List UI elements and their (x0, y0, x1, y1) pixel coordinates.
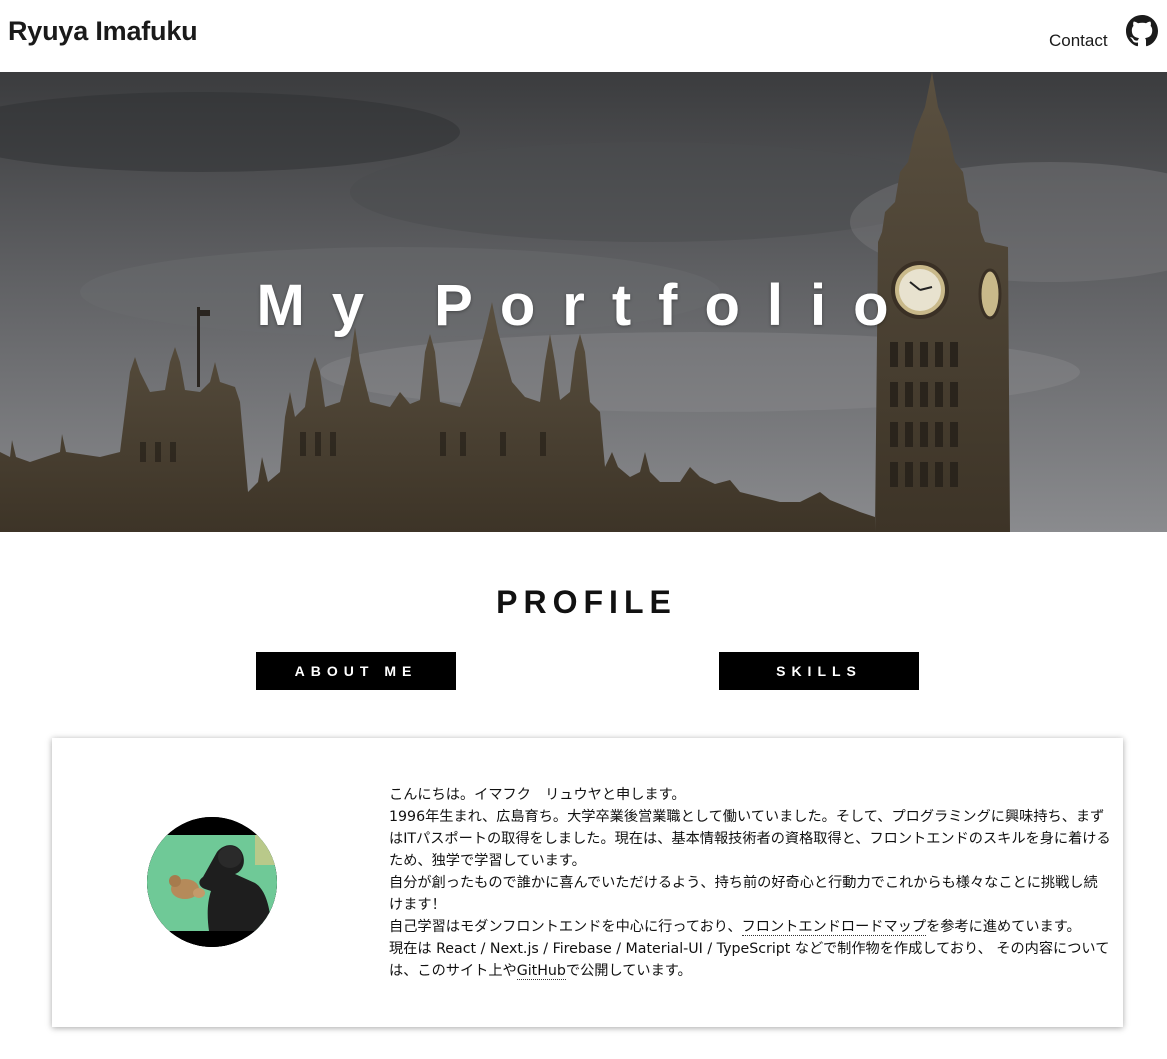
tab-skills[interactable]: SKILLS (719, 652, 919, 690)
bio-background: 1996年生まれ、広島育ち。大学卒業後営業職として働いていました。そして、プログ… (389, 809, 1111, 869)
avatar (147, 817, 277, 947)
hero-title: My Portfolio (256, 273, 916, 338)
github-link[interactable] (1126, 15, 1158, 47)
github-text-link[interactable]: GitHub (516, 963, 566, 980)
bio-works: 現在は React / Next.js / Firebase / Materia… (389, 938, 1111, 982)
contact-link[interactable]: Contact (1049, 31, 1108, 51)
bio-study-text-end: を参考に進めています。 (926, 919, 1081, 935)
site-header: Ryuya Imafuku Contact (0, 0, 1167, 72)
bio-text: こんにちは。イマフク リュウヤと申します。 1996年生まれ、広島育ち。大学卒業… (389, 784, 1111, 982)
frontend-roadmap-link[interactable]: フロントエンドロードマップ (741, 919, 927, 936)
bio-study: 自己学習はモダンフロントエンドを中心に行っており、フロントエンドロードマップを参… (389, 916, 1111, 938)
bio-works-text-end: で公開しています。 (565, 963, 692, 979)
about-me-card: こんにちは。イマフク リュウヤと申します。 1996年生まれ、広島育ち。大学卒業… (52, 738, 1123, 1027)
profile-photo (147, 817, 277, 947)
hero-banner: My Portfolio (0, 72, 1167, 532)
tab-about-me[interactable]: ABOUT ME (256, 652, 456, 690)
github-icon (1126, 15, 1158, 47)
profile-heading: PROFILE (496, 584, 677, 620)
bio-greeting: こんにちは。イマフク リュウヤと申します。 (389, 787, 686, 803)
bio-motto: 自分が創ったもので誰かに喜んでいただけるよう、持ち前の好奇心と行動力でこれからも… (389, 875, 1098, 913)
bio-works-text: 現在は React / Next.js / Firebase / Materia… (389, 941, 1110, 979)
site-title[interactable]: Ryuya Imafuku (8, 16, 198, 47)
bio-study-text: 自己学習はモダンフロントエンドを中心に行っており、 (389, 919, 742, 935)
